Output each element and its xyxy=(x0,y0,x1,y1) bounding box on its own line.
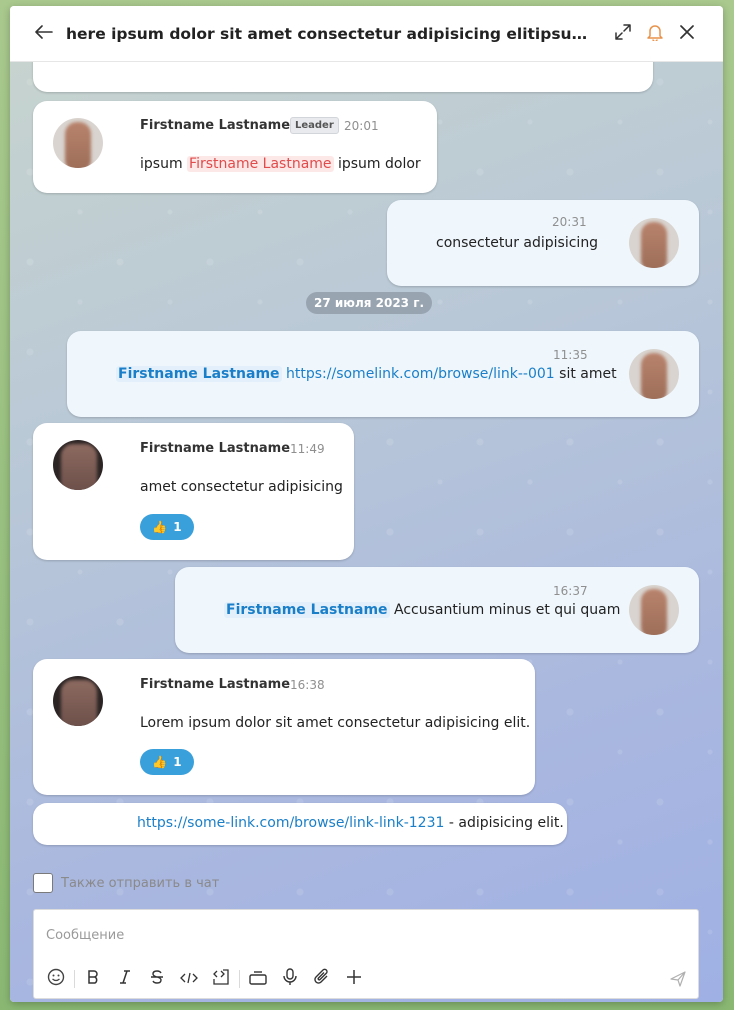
message-bubble-partial xyxy=(33,62,653,92)
message-text: ipsum Firstname Lastname ipsum dolor xyxy=(140,156,421,172)
toolbar-divider xyxy=(74,970,75,988)
arrow-left-icon xyxy=(35,24,53,43)
mention[interactable]: Firstname Lastname xyxy=(187,156,334,172)
code-block-icon xyxy=(213,969,229,989)
message-text: Firstname Lastname Accusantium minus et … xyxy=(224,602,620,618)
send-icon xyxy=(670,971,686,991)
message-bubble-incoming[interactable]: Firstname Lastname Leader 20:01 ipsum Fi… xyxy=(33,101,437,193)
paperclip-icon xyxy=(314,968,330,990)
message-time: 20:01 xyxy=(344,119,379,133)
voice-button[interactable] xyxy=(274,967,306,991)
message-text: consectetur adipisicing xyxy=(436,235,599,251)
avatar[interactable] xyxy=(53,676,103,726)
reaction-button[interactable]: 👍 1 xyxy=(140,749,194,775)
message-input[interactable] xyxy=(46,922,666,948)
thumbs-up-icon: 👍 xyxy=(152,520,168,534)
message-time: 11:35 xyxy=(553,348,588,362)
bold-button[interactable] xyxy=(77,967,109,991)
chat-title: here ipsum dolor sit amet consectetur ad… xyxy=(66,24,599,43)
also-send-label: Также отправить в чат xyxy=(61,875,220,891)
expand-icon xyxy=(615,23,631,44)
notifications-button[interactable] xyxy=(639,18,671,50)
italic-icon xyxy=(118,969,132,989)
emoji-button[interactable] xyxy=(40,967,72,991)
message-list[interactable]: Firstname Lastname Leader 20:01 ipsum Fi… xyxy=(10,62,723,1002)
text-after: - adipisicing elit. xyxy=(448,815,564,831)
text-before: ipsum xyxy=(140,156,183,172)
send-button[interactable] xyxy=(670,971,686,991)
message-link[interactable]: https://somelink.com/browse/link--001 xyxy=(286,366,555,382)
thumbs-up-icon: 👍 xyxy=(152,755,168,769)
message-bubble-incoming[interactable]: Firstname Lastname 16:38 Lorem ipsum dol… xyxy=(33,659,535,795)
attach-button[interactable] xyxy=(306,967,338,991)
close-icon xyxy=(680,24,694,43)
role-badge: Leader xyxy=(290,117,339,134)
text-after: sit amet xyxy=(559,366,617,382)
message-text: amet consectetur adipisicing xyxy=(140,479,343,495)
reaction-count: 1 xyxy=(173,755,182,769)
bell-icon xyxy=(647,23,663,45)
expand-button[interactable] xyxy=(607,18,639,50)
avatar[interactable] xyxy=(629,585,679,635)
sender-name[interactable]: Firstname Lastname xyxy=(140,677,290,692)
chat-window: here ipsum dolor sit amet consectetur ad… xyxy=(10,6,723,1002)
message-bubble-outgoing[interactable]: 20:31 consectetur adipisicing xyxy=(387,200,699,286)
plus-icon xyxy=(346,969,362,989)
reaction-button[interactable]: 👍 1 xyxy=(140,514,194,540)
mention[interactable]: Firstname Lastname xyxy=(116,366,282,382)
video-button[interactable] xyxy=(242,967,274,991)
toolbar-divider xyxy=(239,970,240,988)
more-button[interactable] xyxy=(338,967,370,991)
video-icon xyxy=(249,970,267,989)
message-text: Firstname Lastname https://somelink.com/… xyxy=(116,366,617,382)
message-text: https://some-link.com/browse/link-link-1… xyxy=(137,815,564,831)
also-send-to-chat: Также отправить в чат xyxy=(33,873,219,893)
message-time: 20:31 xyxy=(552,215,587,229)
message-bubble-incoming[interactable]: https://some-link.com/browse/link-link-1… xyxy=(33,803,567,845)
message-time: 16:38 xyxy=(290,678,325,692)
message-time: 16:37 xyxy=(553,584,588,598)
back-button[interactable] xyxy=(28,18,60,50)
formatting-toolbar xyxy=(40,967,370,991)
message-bubble-outgoing[interactable]: 16:37 Firstname Lastname Accusantium min… xyxy=(175,567,699,653)
date-separator: 27 июля 2023 г. xyxy=(306,292,433,314)
strikethrough-icon xyxy=(149,969,165,989)
also-send-checkbox[interactable] xyxy=(33,873,53,893)
message-time: 11:49 xyxy=(290,442,325,456)
message-bubble-incoming[interactable]: Firstname Lastname 11:49 amet consectetu… xyxy=(33,423,354,560)
avatar[interactable] xyxy=(629,218,679,268)
code-icon xyxy=(180,970,198,989)
avatar[interactable] xyxy=(53,440,103,490)
smiley-icon xyxy=(47,968,65,990)
sender-name[interactable]: Firstname Lastname xyxy=(140,118,290,133)
text-after: ipsum dolor xyxy=(337,156,421,172)
reaction-count: 1 xyxy=(173,520,182,534)
message-bubble-outgoing[interactable]: 11:35 Firstname Lastname https://somelin… xyxy=(67,331,699,417)
strikethrough-button[interactable] xyxy=(141,967,173,991)
message-composer xyxy=(33,909,699,999)
text-after: Accusantium minus et qui quam xyxy=(394,602,621,618)
sender-name[interactable]: Firstname Lastname xyxy=(140,441,290,456)
italic-button[interactable] xyxy=(109,967,141,991)
mention[interactable]: Firstname Lastname xyxy=(224,602,390,618)
close-button[interactable] xyxy=(671,18,703,50)
chat-header: here ipsum dolor sit amet consectetur ad… xyxy=(10,6,723,62)
avatar[interactable] xyxy=(629,349,679,399)
code-button[interactable] xyxy=(173,967,205,991)
microphone-icon xyxy=(283,968,297,990)
message-link[interactable]: https://some-link.com/browse/link-link-1… xyxy=(137,815,444,831)
code-block-button[interactable] xyxy=(205,967,237,991)
bold-icon xyxy=(86,969,100,989)
avatar[interactable] xyxy=(53,118,103,168)
message-text: Lorem ipsum dolor sit amet consectetur a… xyxy=(140,715,531,731)
